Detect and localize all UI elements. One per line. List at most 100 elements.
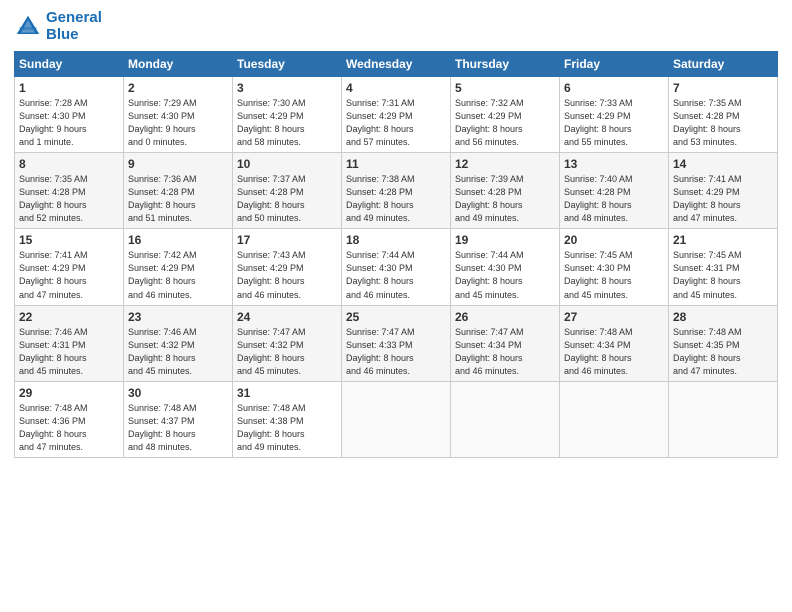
day-cell: 22 Sunrise: 7:46 AMSunset: 4:31 PMDayligh… <box>15 305 124 381</box>
day-info: Sunrise: 7:48 AMSunset: 4:37 PMDaylight:… <box>128 402 228 454</box>
day-number: 12 <box>455 157 555 171</box>
day-number: 28 <box>673 310 773 324</box>
logo: General Blue <box>14 10 102 43</box>
day-info: Sunrise: 7:43 AMSunset: 4:29 PMDaylight:… <box>237 249 337 301</box>
day-number: 15 <box>19 233 119 247</box>
day-number: 25 <box>346 310 446 324</box>
day-number: 14 <box>673 157 773 171</box>
day-info: Sunrise: 7:28 AMSunset: 4:30 PMDaylight:… <box>19 97 119 149</box>
day-info: Sunrise: 7:48 AMSunset: 4:34 PMDaylight:… <box>564 326 664 378</box>
day-info: Sunrise: 7:45 AMSunset: 4:31 PMDaylight:… <box>673 249 773 301</box>
column-header-saturday: Saturday <box>669 52 778 77</box>
day-number: 27 <box>564 310 664 324</box>
day-cell: 28 Sunrise: 7:48 AMSunset: 4:35 PMDayligh… <box>669 305 778 381</box>
day-number: 2 <box>128 81 228 95</box>
day-number: 11 <box>346 157 446 171</box>
column-header-tuesday: Tuesday <box>233 52 342 77</box>
day-cell: 27 Sunrise: 7:48 AMSunset: 4:34 PMDayligh… <box>560 305 669 381</box>
day-cell: 18 Sunrise: 7:44 AMSunset: 4:30 PMDayligh… <box>342 229 451 305</box>
day-number: 10 <box>237 157 337 171</box>
logo-text: General Blue <box>46 10 102 43</box>
day-info: Sunrise: 7:35 AMSunset: 4:28 PMDaylight:… <box>673 97 773 149</box>
day-number: 31 <box>237 386 337 400</box>
day-info: Sunrise: 7:36 AMSunset: 4:28 PMDaylight:… <box>128 173 228 225</box>
day-cell: 3 Sunrise: 7:30 AMSunset: 4:29 PMDaylight… <box>233 77 342 153</box>
day-number: 5 <box>455 81 555 95</box>
day-info: Sunrise: 7:32 AMSunset: 4:29 PMDaylight:… <box>455 97 555 149</box>
day-info: Sunrise: 7:33 AMSunset: 4:29 PMDaylight:… <box>564 97 664 149</box>
day-cell: 30Sunrise: 7:48 AMSunset: 4:37 PMDayligh… <box>124 381 233 457</box>
day-number: 24 <box>237 310 337 324</box>
day-cell: 29Sunrise: 7:48 AMSunset: 4:36 PMDayligh… <box>15 381 124 457</box>
day-cell: 10 Sunrise: 7:37 AMSunset: 4:28 PMDayligh… <box>233 153 342 229</box>
day-info: Sunrise: 7:29 AMSunset: 4:30 PMDaylight:… <box>128 97 228 149</box>
week-row-5: 29Sunrise: 7:48 AMSunset: 4:36 PMDayligh… <box>15 381 778 457</box>
column-header-wednesday: Wednesday <box>342 52 451 77</box>
day-info: Sunrise: 7:41 AMSunset: 4:29 PMDaylight:… <box>673 173 773 225</box>
day-number: 23 <box>128 310 228 324</box>
day-number: 4 <box>346 81 446 95</box>
day-cell: 7 Sunrise: 7:35 AMSunset: 4:28 PMDaylight… <box>669 77 778 153</box>
calendar-table: SundayMondayTuesdayWednesdayThursdayFrid… <box>14 51 778 458</box>
calendar-header-row: SundayMondayTuesdayWednesdayThursdayFrid… <box>15 52 778 77</box>
day-info: Sunrise: 7:38 AMSunset: 4:28 PMDaylight:… <box>346 173 446 225</box>
day-info: Sunrise: 7:47 AMSunset: 4:34 PMDaylight:… <box>455 326 555 378</box>
day-cell: 6 Sunrise: 7:33 AMSunset: 4:29 PMDaylight… <box>560 77 669 153</box>
day-cell: 8Sunrise: 7:35 AMSunset: 4:28 PMDaylight… <box>15 153 124 229</box>
day-cell: 26 Sunrise: 7:47 AMSunset: 4:34 PMDayligh… <box>451 305 560 381</box>
day-number: 29 <box>19 386 119 400</box>
day-cell: 17 Sunrise: 7:43 AMSunset: 4:29 PMDayligh… <box>233 229 342 305</box>
day-info: Sunrise: 7:48 AMSunset: 4:35 PMDaylight:… <box>673 326 773 378</box>
day-cell <box>669 381 778 457</box>
day-number: 7 <box>673 81 773 95</box>
day-cell: 16 Sunrise: 7:42 AMSunset: 4:29 PMDayligh… <box>124 229 233 305</box>
day-cell: 23 Sunrise: 7:46 AMSunset: 4:32 PMDayligh… <box>124 305 233 381</box>
day-number: 16 <box>128 233 228 247</box>
day-info: Sunrise: 7:46 AMSunset: 4:31 PMDaylight:… <box>19 326 119 378</box>
day-cell: 13Sunrise: 7:40 AMSunset: 4:28 PMDayligh… <box>560 153 669 229</box>
day-cell: 20Sunrise: 7:45 AMSunset: 4:30 PMDayligh… <box>560 229 669 305</box>
day-number: 26 <box>455 310 555 324</box>
week-row-2: 8Sunrise: 7:35 AMSunset: 4:28 PMDaylight… <box>15 153 778 229</box>
day-cell: 19Sunrise: 7:44 AMSunset: 4:30 PMDayligh… <box>451 229 560 305</box>
day-number: 22 <box>19 310 119 324</box>
column-header-friday: Friday <box>560 52 669 77</box>
day-info: Sunrise: 7:47 AMSunset: 4:33 PMDaylight:… <box>346 326 446 378</box>
day-cell: 25 Sunrise: 7:47 AMSunset: 4:33 PMDayligh… <box>342 305 451 381</box>
day-number: 1 <box>19 81 119 95</box>
day-cell: 1 Sunrise: 7:28 AMSunset: 4:30 PMDaylight… <box>15 77 124 153</box>
day-info: Sunrise: 7:46 AMSunset: 4:32 PMDaylight:… <box>128 326 228 378</box>
day-info: Sunrise: 7:47 AMSunset: 4:32 PMDaylight:… <box>237 326 337 378</box>
day-info: Sunrise: 7:42 AMSunset: 4:29 PMDaylight:… <box>128 249 228 301</box>
day-cell <box>342 381 451 457</box>
day-number: 21 <box>673 233 773 247</box>
day-info: Sunrise: 7:48 AMSunset: 4:38 PMDaylight:… <box>237 402 337 454</box>
day-info: Sunrise: 7:31 AMSunset: 4:29 PMDaylight:… <box>346 97 446 149</box>
day-number: 18 <box>346 233 446 247</box>
day-number: 17 <box>237 233 337 247</box>
day-number: 6 <box>564 81 664 95</box>
week-row-3: 15Sunrise: 7:41 AMSunset: 4:29 PMDayligh… <box>15 229 778 305</box>
day-cell <box>451 381 560 457</box>
day-cell: 14 Sunrise: 7:41 AMSunset: 4:29 PMDayligh… <box>669 153 778 229</box>
day-info: Sunrise: 7:39 AMSunset: 4:28 PMDaylight:… <box>455 173 555 225</box>
day-info: Sunrise: 7:35 AMSunset: 4:28 PMDaylight:… <box>19 173 119 225</box>
column-header-sunday: Sunday <box>15 52 124 77</box>
column-header-thursday: Thursday <box>451 52 560 77</box>
day-info: Sunrise: 7:37 AMSunset: 4:28 PMDaylight:… <box>237 173 337 225</box>
day-info: Sunrise: 7:30 AMSunset: 4:29 PMDaylight:… <box>237 97 337 149</box>
column-header-monday: Monday <box>124 52 233 77</box>
day-info: Sunrise: 7:44 AMSunset: 4:30 PMDaylight:… <box>346 249 446 301</box>
day-cell: 24 Sunrise: 7:47 AMSunset: 4:32 PMDayligh… <box>233 305 342 381</box>
day-cell: 21 Sunrise: 7:45 AMSunset: 4:31 PMDayligh… <box>669 229 778 305</box>
day-number: 20 <box>564 233 664 247</box>
day-number: 19 <box>455 233 555 247</box>
day-info: Sunrise: 7:40 AMSunset: 4:28 PMDaylight:… <box>564 173 664 225</box>
week-row-4: 22 Sunrise: 7:46 AMSunset: 4:31 PMDayligh… <box>15 305 778 381</box>
day-cell: 5 Sunrise: 7:32 AMSunset: 4:29 PMDaylight… <box>451 77 560 153</box>
day-number: 9 <box>128 157 228 171</box>
day-number: 3 <box>237 81 337 95</box>
week-row-1: 1 Sunrise: 7:28 AMSunset: 4:30 PMDaylight… <box>15 77 778 153</box>
day-cell: 9 Sunrise: 7:36 AMSunset: 4:28 PMDaylight… <box>124 153 233 229</box>
day-cell: 15Sunrise: 7:41 AMSunset: 4:29 PMDayligh… <box>15 229 124 305</box>
